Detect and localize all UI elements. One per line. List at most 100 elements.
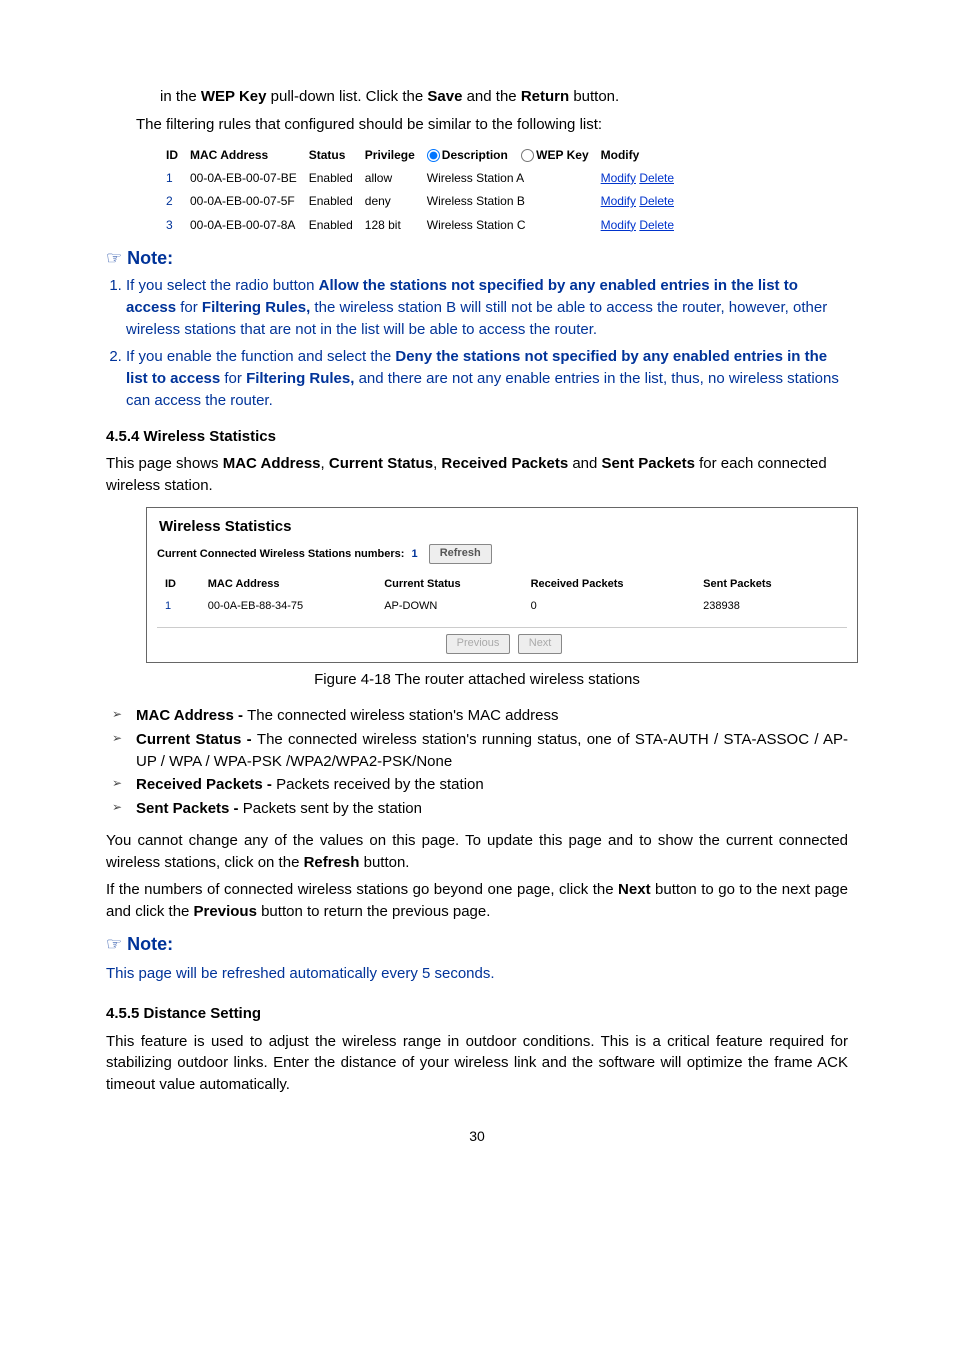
- field-description-list: MAC Address - The connected wireless sta…: [106, 705, 848, 820]
- col-id: ID: [157, 574, 200, 596]
- sub-label: Current Connected Wireless Stations numb…: [157, 548, 404, 560]
- wireless-statistics-panel: Wireless Statistics Current Connected Wi…: [146, 507, 858, 664]
- cell-id: 2: [166, 190, 190, 213]
- col-status: Current Status: [376, 574, 522, 596]
- stats-intro: This page shows MAC Address, Current Sta…: [106, 453, 848, 497]
- note-label: Note:: [127, 934, 173, 954]
- cell-recv: 0: [523, 596, 696, 618]
- txt: button.: [359, 854, 409, 871]
- txt: Packets received by the station: [276, 776, 484, 793]
- cell-modify: Modify Delete: [601, 167, 686, 190]
- txt: for: [220, 370, 246, 387]
- filtering-intro: The filtering rules that configured shou…: [136, 114, 848, 136]
- modify-link[interactable]: Modify: [601, 171, 636, 185]
- col-status: Status: [309, 144, 365, 167]
- modify-link[interactable]: Modify: [601, 218, 636, 232]
- txt-bold: Previous: [194, 903, 257, 920]
- txt-bold: MAC Address -: [136, 707, 247, 724]
- panel-subtitle: Current Connected Wireless Stations numb…: [157, 544, 857, 572]
- cell-modify: Modify Delete: [601, 214, 686, 237]
- list-item: Received Packets - Packets received by t…: [106, 774, 848, 796]
- txt: and the: [462, 88, 520, 105]
- txt: for: [176, 299, 202, 316]
- stats-table: ID MAC Address Current Status Received P…: [157, 574, 829, 618]
- radio-description-input[interactable]: [427, 149, 440, 162]
- save-label: Save: [427, 88, 462, 105]
- txt-bold: Filtering Rules,: [202, 299, 310, 316]
- cell-desc: Wireless Station C: [427, 214, 601, 237]
- txt: If you enable the function and select th…: [126, 348, 395, 365]
- page-number: 30: [106, 1126, 848, 1146]
- txt: This page shows: [106, 455, 223, 472]
- cell-id: 3: [166, 214, 190, 237]
- note-item-1: If you select the radio button Allow the…: [126, 275, 848, 340]
- txt-bold: Next: [618, 881, 651, 898]
- txt-bold: Sent Packets: [602, 455, 695, 472]
- table-row: 1 00-0A-EB-88-34-75 AP-DOWN 0 238938: [157, 596, 829, 618]
- cell-desc: Wireless Station B: [427, 190, 601, 213]
- figure-caption: Figure 4-18 The router attached wireless…: [106, 669, 848, 691]
- cell-status: AP-DOWN: [376, 596, 522, 618]
- cell-status: Enabled: [309, 167, 365, 190]
- cell-mac: 00-0A-EB-00-07-8A: [190, 214, 309, 237]
- txt: Packets sent by the station: [243, 800, 422, 817]
- auto-refresh-note: This page will be refreshed automaticall…: [106, 963, 848, 985]
- table-row: 1 00-0A-EB-00-07-BE Enabled allow Wirele…: [166, 167, 686, 190]
- txt-bold: Refresh: [304, 854, 360, 871]
- table-header-row: ID MAC Address Current Status Received P…: [157, 574, 829, 596]
- txt-bold: Filtering Rules,: [246, 370, 354, 387]
- note-item-2: If you enable the function and select th…: [126, 346, 848, 411]
- col-sent: Sent Packets: [695, 574, 829, 596]
- cell-priv: allow: [365, 167, 427, 190]
- txt-bold: Received Packets -: [136, 776, 276, 793]
- txt: button to return the previous page.: [257, 903, 491, 920]
- cell-id: 1: [166, 167, 190, 190]
- paging-para: If the numbers of connected wireless sta…: [106, 879, 848, 923]
- cell-status: Enabled: [309, 214, 365, 237]
- table-header-row: ID MAC Address Status Privilege Descript…: [166, 144, 686, 167]
- table-row: 3 00-0A-EB-00-07-8A Enabled 128 bit Wire…: [166, 214, 686, 237]
- txt-bold: Received Packets: [441, 455, 568, 472]
- cell-status: Enabled: [309, 190, 365, 213]
- refresh-button[interactable]: Refresh: [429, 544, 492, 564]
- col-desc-wep: Description WEP Key: [427, 144, 601, 167]
- txt: ,: [321, 455, 329, 472]
- note-hand-icon: ☞ Note:: [106, 931, 848, 957]
- station-count: 1: [412, 548, 418, 560]
- cell-mac: 00-0A-EB-00-07-5F: [190, 190, 309, 213]
- col-priv: Privilege: [365, 144, 427, 167]
- cell-modify: Modify Delete: [601, 190, 686, 213]
- txt: pull-down list. Click the: [266, 88, 427, 105]
- cannot-change-para: You cannot change any of the values on t…: [106, 830, 848, 874]
- previous-button[interactable]: Previous: [446, 634, 511, 654]
- col-modify: Modify: [601, 144, 686, 167]
- txt: in the: [160, 88, 201, 105]
- radio-wepkey-input[interactable]: [521, 149, 534, 162]
- txt: and: [568, 455, 601, 472]
- col-mac: MAC Address: [200, 574, 376, 596]
- cell-id: 1: [157, 596, 200, 618]
- cell-sent: 238938: [695, 596, 829, 618]
- note-hand-icon: ☞ Note:: [106, 245, 848, 271]
- wep-key-label: WEP Key: [201, 88, 267, 105]
- cell-mac: 00-0A-EB-88-34-75: [200, 596, 376, 618]
- next-button[interactable]: Next: [518, 634, 563, 654]
- radio-wepkey[interactable]: WEP Key: [521, 148, 588, 162]
- delete-link[interactable]: Delete: [639, 171, 674, 185]
- delete-link[interactable]: Delete: [639, 218, 674, 232]
- delete-link[interactable]: Delete: [639, 194, 674, 208]
- col-recv: Received Packets: [523, 574, 696, 596]
- radio-wepkey-label: WEP Key: [536, 148, 588, 162]
- modify-link[interactable]: Modify: [601, 194, 636, 208]
- pagination-row: Previous Next: [157, 627, 847, 654]
- notes-list: If you select the radio button Allow the…: [106, 275, 848, 412]
- list-item: MAC Address - The connected wireless sta…: [106, 705, 848, 727]
- panel-title: Wireless Statistics: [157, 512, 857, 544]
- radio-description[interactable]: Description: [427, 148, 508, 162]
- return-label: Return: [521, 88, 569, 105]
- filter-rules-table: ID MAC Address Status Privilege Descript…: [166, 144, 686, 238]
- txt-bold: MAC Address: [223, 455, 321, 472]
- list-item: Sent Packets - Packets sent by the stati…: [106, 798, 848, 820]
- txt: The connected wireless station's MAC add…: [247, 707, 558, 724]
- txt: button.: [569, 88, 619, 105]
